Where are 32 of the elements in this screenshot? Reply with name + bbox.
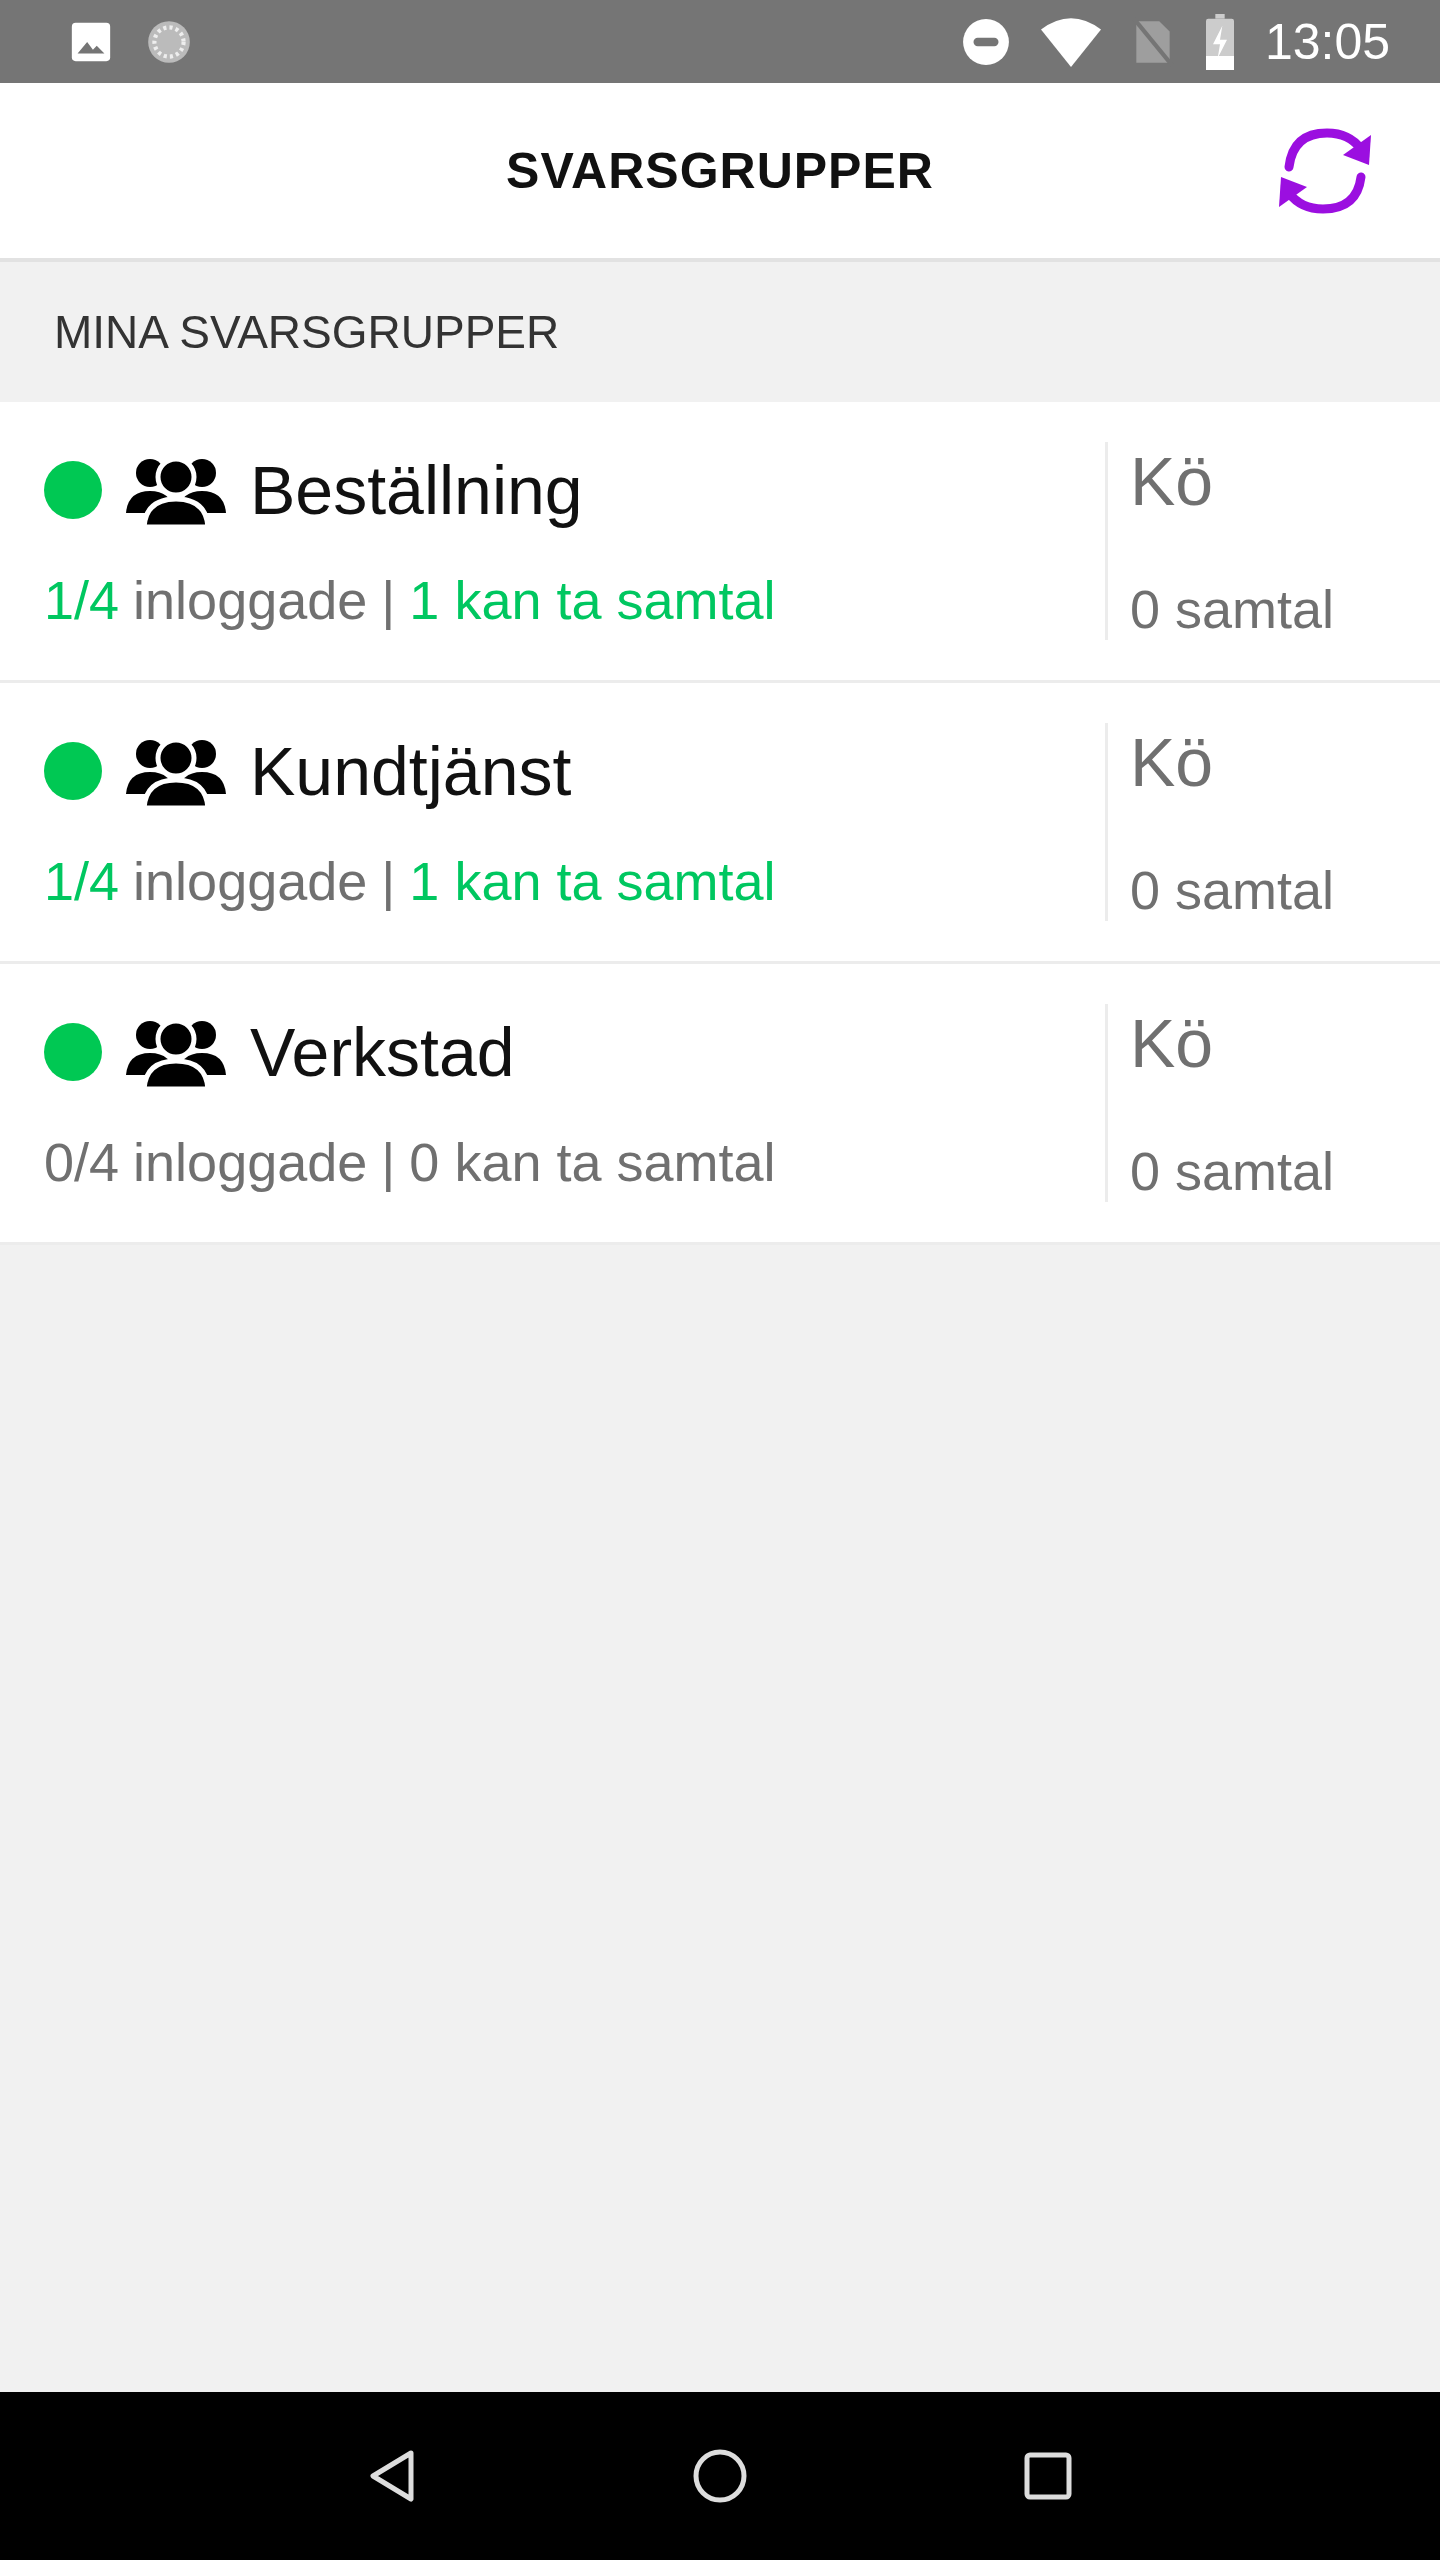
queue-count: 0 samtal xyxy=(1130,578,1336,640)
separator: | xyxy=(381,850,396,912)
home-button[interactable] xyxy=(692,2448,748,2504)
queue-count: 0 samtal xyxy=(1130,1140,1336,1202)
available-count: 1 kan ta samtal xyxy=(409,850,776,912)
queue-label: Kö xyxy=(1130,723,1215,801)
do-not-disturb-icon xyxy=(960,16,1011,67)
battery-charging-icon xyxy=(1204,13,1235,70)
queue-label: Kö xyxy=(1130,1004,1215,1082)
logged-in-count: 1/4 xyxy=(44,569,120,631)
queue-count: 0 samtal xyxy=(1130,859,1336,921)
group-name: Kundtjänst xyxy=(250,732,572,810)
group-name: Beställning xyxy=(250,451,583,529)
logged-in-label: inloggade xyxy=(133,1131,368,1193)
clock: 13:05 xyxy=(1264,12,1390,71)
logged-in-label: inloggade xyxy=(133,850,368,912)
recents-button[interactable] xyxy=(1022,2451,1073,2501)
wifi-icon xyxy=(1040,16,1101,67)
section-title: MINA SVARSGRUPPER xyxy=(54,305,560,359)
group-row[interactable]: Kundtjänst 1/4 inloggade | 1 kan ta samtal Kö 0 samtal xyxy=(0,683,1440,964)
logged-in-count: 0/4 xyxy=(44,1131,120,1193)
logged-in-label: inloggade xyxy=(133,569,368,631)
available-count: 1 kan ta samtal xyxy=(409,569,776,631)
separator: | xyxy=(381,1131,396,1193)
group-row[interactable]: Beställning 1/4 inloggade | 1 kan ta samtal Kö 0 samtal xyxy=(0,402,1440,683)
available-count: 0 kan ta samtal xyxy=(409,1131,776,1193)
group-row[interactable]: Verkstad 0/4 inloggade | 0 kan ta samtal Kö 0 samtal xyxy=(0,964,1440,1245)
logged-in-count: 1/4 xyxy=(44,850,120,912)
group-name: Verkstad xyxy=(250,1013,515,1091)
page-title: SVARSGRUPPER xyxy=(506,141,934,200)
queue-label: Kö xyxy=(1130,442,1215,520)
separator: | xyxy=(381,569,396,631)
